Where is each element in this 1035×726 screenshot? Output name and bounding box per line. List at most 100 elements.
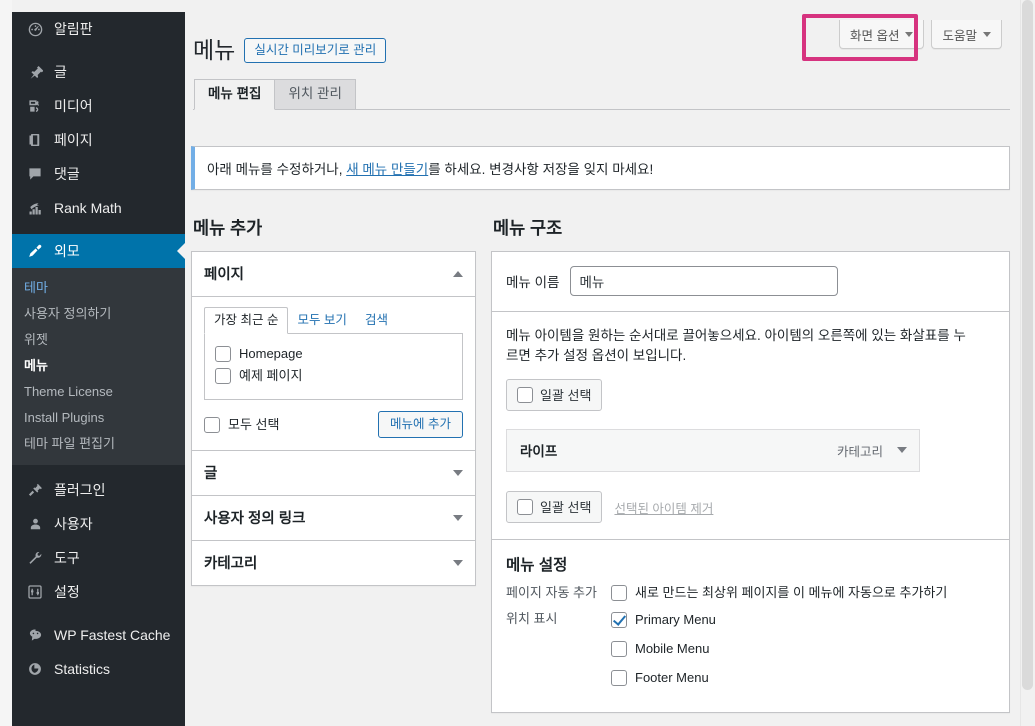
sidebar-subitem-widgets[interactable]: 위젯 <box>12 327 185 353</box>
sidebar-item-dashboard[interactable]: 알림판 <box>12 12 185 46</box>
location-footer-menu-checkbox[interactable] <box>611 670 627 686</box>
settings-sliders-icon <box>24 582 46 602</box>
pin-icon <box>24 62 46 82</box>
page-label-homepage: Homepage <box>239 344 303 364</box>
list-item[interactable]: Homepage <box>215 343 452 365</box>
tab-manage-locations[interactable]: 위치 관리 <box>274 79 355 109</box>
accordion-posts-header[interactable]: 글 <box>192 450 475 495</box>
accordion-custom-links-header[interactable]: 사용자 정의 링크 <box>192 495 475 540</box>
location-primary-menu[interactable]: Primary Menu <box>611 609 716 631</box>
bulk-select-bottom-label: 일괄 선택 <box>540 497 591 516</box>
sidebar-item-rank-math[interactable]: Rank Math <box>12 191 185 225</box>
chevron-down-icon <box>983 32 991 37</box>
page-title: 메뉴 실시간 미리보기로 관리 <box>193 36 386 65</box>
sidebar-gap <box>12 225 185 234</box>
menu-settings-section: 메뉴 설정 페이지 자동 추가 새로 만드는 최상위 페이지를 이 메뉴에 자동… <box>492 539 1009 712</box>
location-mobile-menu-label: Mobile Menu <box>635 639 709 659</box>
sidebar-item-pages[interactable]: 페이지 <box>12 123 185 157</box>
scrollbar-thumb[interactable] <box>1022 0 1033 690</box>
bulk-select-bottom[interactable]: 일괄 선택 <box>506 491 602 523</box>
chevron-down-icon[interactable] <box>453 470 463 476</box>
sidebar-item-settings[interactable]: 설정 <box>12 575 185 609</box>
bulk-select-top[interactable]: 일괄 선택 <box>506 379 602 411</box>
sidebar-item-users[interactable]: 사용자 <box>12 507 185 541</box>
sidebar-item-posts[interactable]: 글 <box>12 55 185 89</box>
sidebar-subitem-themes[interactable]: 테마 <box>12 275 185 301</box>
location-primary-menu-checkbox[interactable] <box>611 612 627 628</box>
sidebar-item-label: 설정 <box>54 585 80 599</box>
menu-name-label: 메뉴 이름 <box>506 271 559 291</box>
display-location-label: 위치 표시 <box>506 609 611 629</box>
chevron-down-icon[interactable] <box>453 560 463 566</box>
sidebar-item-label: 페이지 <box>54 133 93 147</box>
sidebar-item-comments[interactable]: 댓글 <box>12 157 185 191</box>
auto-add-pages-checkbox[interactable] <box>611 585 627 601</box>
auto-add-pages-row: 페이지 자동 추가 새로 만드는 최상위 페이지를 이 메뉴에 자동으로 추가하… <box>506 583 995 603</box>
tab-edit-menus[interactable]: 메뉴 편집 <box>194 79 275 110</box>
accordion-custom-links-title: 사용자 정의 링크 <box>204 507 305 528</box>
accordion-categories-header[interactable]: 카테고리 <box>192 540 475 585</box>
page-checkbox-sample-page[interactable] <box>215 368 231 384</box>
bulk-select-top-label: 일괄 선택 <box>540 385 591 404</box>
select-all-row[interactable]: 모두 선택 <box>204 414 279 436</box>
location-primary-menu-label: Primary Menu <box>635 610 716 630</box>
chevron-up-icon[interactable] <box>453 271 463 277</box>
appearance-brush-icon <box>24 241 46 261</box>
sidebar-subitem-install-plugins[interactable]: Install Plugins <box>12 405 185 431</box>
help-label: 도움말 <box>942 25 977 44</box>
sidebar-item-appearance[interactable]: 외모 <box>12 234 185 268</box>
sidebar-item-label: Statistics <box>54 662 110 676</box>
screen-options-button[interactable]: 화면 옵션 <box>839 20 924 49</box>
accordion-posts-title: 글 <box>204 462 217 483</box>
sidebar-item-media[interactable]: 미디어 <box>12 89 185 123</box>
drag-drop-hint: 메뉴 아이템을 원하는 순서대로 끌어놓으세요. 아이템의 오른쪽에 있는 화살… <box>506 326 976 366</box>
help-button[interactable]: 도움말 <box>931 20 1002 49</box>
chevron-down-icon[interactable] <box>453 515 463 521</box>
sidebar-item-wp-fastest-cache[interactable]: WP Fastest Cache <box>12 618 185 652</box>
screen-meta-links: 화면 옵션 도움말 <box>839 20 1002 49</box>
sidebar-subitem-menus[interactable]: 메뉴 <box>12 353 185 379</box>
sidebar-item-label: 도구 <box>54 551 80 565</box>
accordion-pages-header[interactable]: 페이지 <box>192 252 475 297</box>
location-footer-menu[interactable]: Footer Menu <box>611 667 716 689</box>
add-menu-items-column: 메뉴 추가 페이지 가장 최근 순 모두 보기 검색 Homepa <box>191 217 476 586</box>
menu-notice: 아래 메뉴를 수정하거나, 새 메뉴 만들기를 하세요. 변경사항 저장을 잊지… <box>191 146 1010 190</box>
location-mobile-menu-checkbox[interactable] <box>611 641 627 657</box>
create-new-menu-link[interactable]: 새 메뉴 만들기 <box>346 162 428 177</box>
select-all-checkbox[interactable] <box>204 417 220 433</box>
bulk-select-top-checkbox[interactable] <box>517 387 533 403</box>
sidebar-subitem-theme-license[interactable]: Theme License <box>12 379 185 405</box>
list-item[interactable]: 예제 페이지 <box>215 365 452 387</box>
remove-selected-items-link[interactable]: 선택된 아이템 제거 <box>614 498 713 517</box>
notice-text-after: 를 하세요. 변경사항 저장을 잊지 마세요! <box>428 162 653 177</box>
nav-tab-wrapper: 메뉴 편집 위치 관리 <box>193 78 1010 110</box>
wordpress-admin-screen: 알림판 글 미디어 페이지 댓글 <box>0 0 1035 726</box>
bulk-actions-footer: 일괄 선택 선택된 아이템 제거 <box>506 491 995 523</box>
pages-tab-search[interactable]: 검색 <box>356 308 397 333</box>
manage-with-live-preview-button[interactable]: 실시간 미리보기로 관리 <box>244 38 386 63</box>
sidebar-submenu-appearance: 테마 사용자 정의하기 위젯 메뉴 Theme License Install … <box>12 268 185 465</box>
location-mobile-menu[interactable]: Mobile Menu <box>611 638 716 660</box>
menu-structure-body: 메뉴 아이템을 원하는 순서대로 끌어놓으세요. 아이템의 오른쪽에 있는 화살… <box>492 312 1009 539</box>
auto-add-pages-field[interactable]: 새로 만드는 최상위 페이지를 이 메뉴에 자동으로 추가하기 <box>611 583 947 603</box>
sidebar-item-statistics[interactable]: Statistics <box>12 652 185 686</box>
pages-tab-view-all[interactable]: 모두 보기 <box>288 308 355 333</box>
page-scrollbar[interactable] <box>1020 0 1035 726</box>
chevron-down-icon[interactable] <box>897 447 907 453</box>
pages-tab-most-recent[interactable]: 가장 최근 순 <box>204 307 288 334</box>
sidebar-item-label: 사용자 <box>54 517 93 531</box>
sidebar-subitem-customize[interactable]: 사용자 정의하기 <box>12 301 185 327</box>
menu-structure-title: 메뉴 구조 <box>493 217 1010 239</box>
add-to-menu-button[interactable]: 메뉴에 추가 <box>378 411 463 438</box>
menu-name-input[interactable] <box>570 266 838 296</box>
sidebar-subitem-theme-file-editor[interactable]: 테마 파일 편집기 <box>12 431 185 457</box>
menu-item-type: 카테고리 <box>837 441 883 460</box>
main-content: 화면 옵션 도움말 메뉴 실시간 미리보기로 관리 메뉴 편집 위치 관리 아래… <box>185 12 1020 726</box>
sidebar-item-plugins[interactable]: 플러그인 <box>12 473 185 507</box>
menu-item-row[interactable]: 라이프 카테고리 <box>506 429 920 472</box>
page-checkbox-homepage[interactable] <box>215 346 231 362</box>
sidebar-item-tools[interactable]: 도구 <box>12 541 185 575</box>
screen-options-label: 화면 옵션 <box>850 25 899 44</box>
auto-add-pages-text: 새로 만드는 최상위 페이지를 이 메뉴에 자동으로 추가하기 <box>635 583 947 603</box>
bulk-select-bottom-checkbox[interactable] <box>517 499 533 515</box>
